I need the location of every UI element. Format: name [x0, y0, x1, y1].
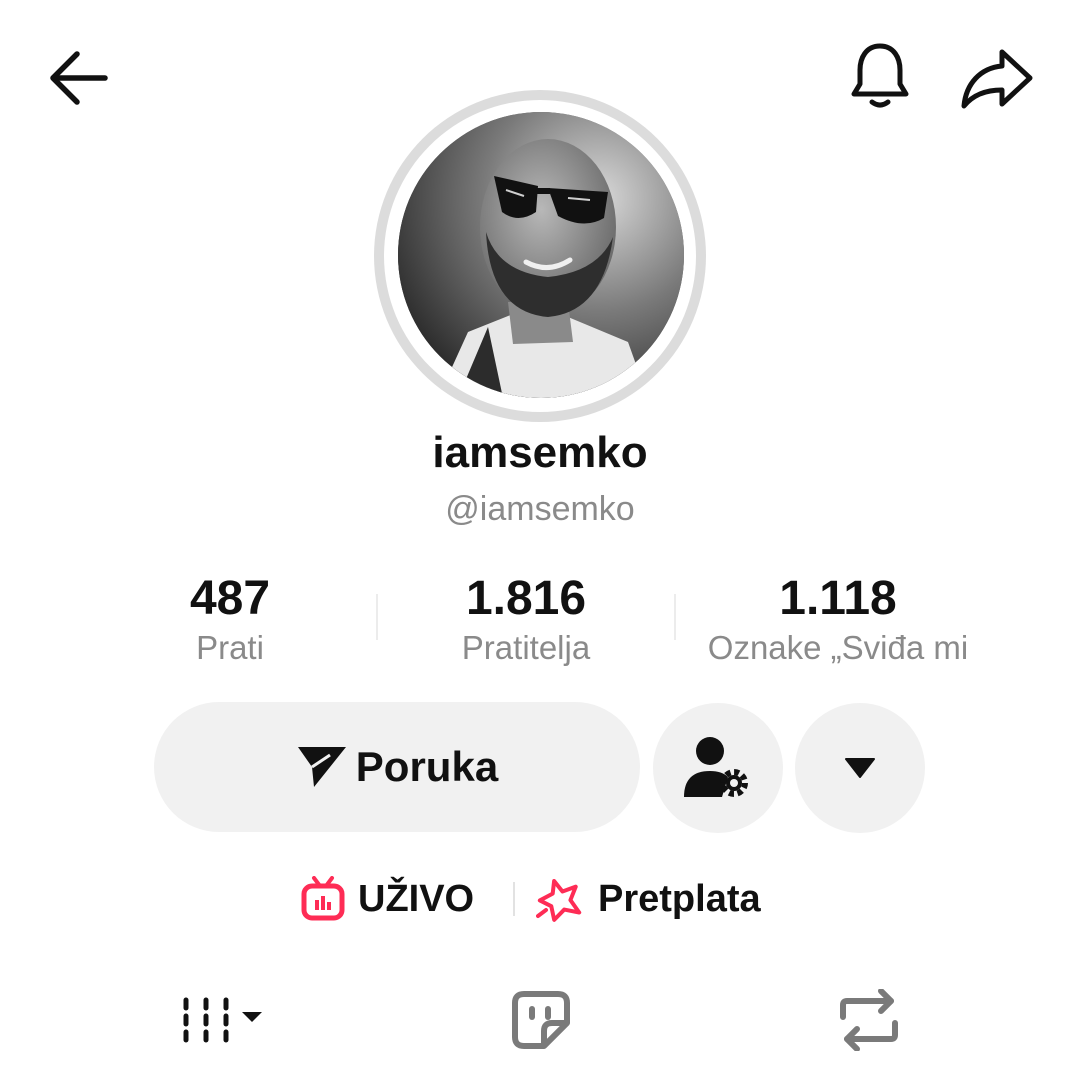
more-options-button[interactable] — [795, 703, 925, 833]
stat-following-value: 487 — [189, 572, 271, 625]
person-settings-icon — [684, 737, 748, 797]
live-label: UŽIVO — [358, 877, 475, 920]
stat-likes-label: Oznake „Sviđa mi — [707, 629, 969, 666]
notification-bell-button[interactable] — [840, 36, 920, 116]
arrow-left-icon — [50, 51, 108, 105]
profile-settings-button[interactable] — [653, 703, 783, 833]
links-divider — [513, 882, 515, 916]
caret-down-icon — [845, 758, 875, 778]
stat-following[interactable]: 487 Prati — [130, 572, 330, 670]
repost-icon — [840, 989, 898, 1051]
message-button[interactable]: Poruka — [154, 702, 640, 832]
back-button[interactable] — [36, 40, 116, 116]
bell-icon — [851, 43, 909, 108]
subscription-label: Pretplata — [598, 877, 761, 920]
tab-reposts[interactable] — [833, 985, 905, 1055]
stat-following-label: Prati — [196, 629, 264, 666]
tab-tagged[interactable] — [505, 985, 577, 1055]
tab-videos[interactable] — [170, 985, 270, 1055]
profile-photo — [398, 112, 684, 398]
grid-columns-icon — [183, 997, 262, 1043]
star-badge-icon — [536, 879, 582, 922]
stat-likes[interactable]: 1.118 Oznake „Sviđa mi — [676, 572, 1000, 670]
message-button-label: Poruka — [355, 743, 499, 790]
stat-followers-value: 1.816 — [465, 572, 587, 625]
stat-likes-value: 1.118 — [779, 572, 897, 625]
share-arrow-icon — [961, 49, 1033, 109]
share-button[interactable] — [955, 36, 1039, 120]
avatar[interactable] — [398, 112, 684, 398]
live-link[interactable]: UŽIVO — [300, 872, 474, 926]
send-plane-icon — [297, 747, 346, 787]
stat-followers[interactable]: 1.816 Pratitelja — [400, 572, 652, 670]
tv-live-icon — [301, 876, 345, 921]
subscription-link[interactable]: Pretplata — [536, 872, 761, 926]
tagged-sticker-icon — [512, 991, 570, 1049]
stat-divider — [376, 594, 378, 640]
profile-display-name: iamsemko — [432, 428, 648, 477]
profile-handle: @iamsemko — [445, 490, 635, 528]
stat-followers-label: Pratitelja — [461, 629, 591, 666]
